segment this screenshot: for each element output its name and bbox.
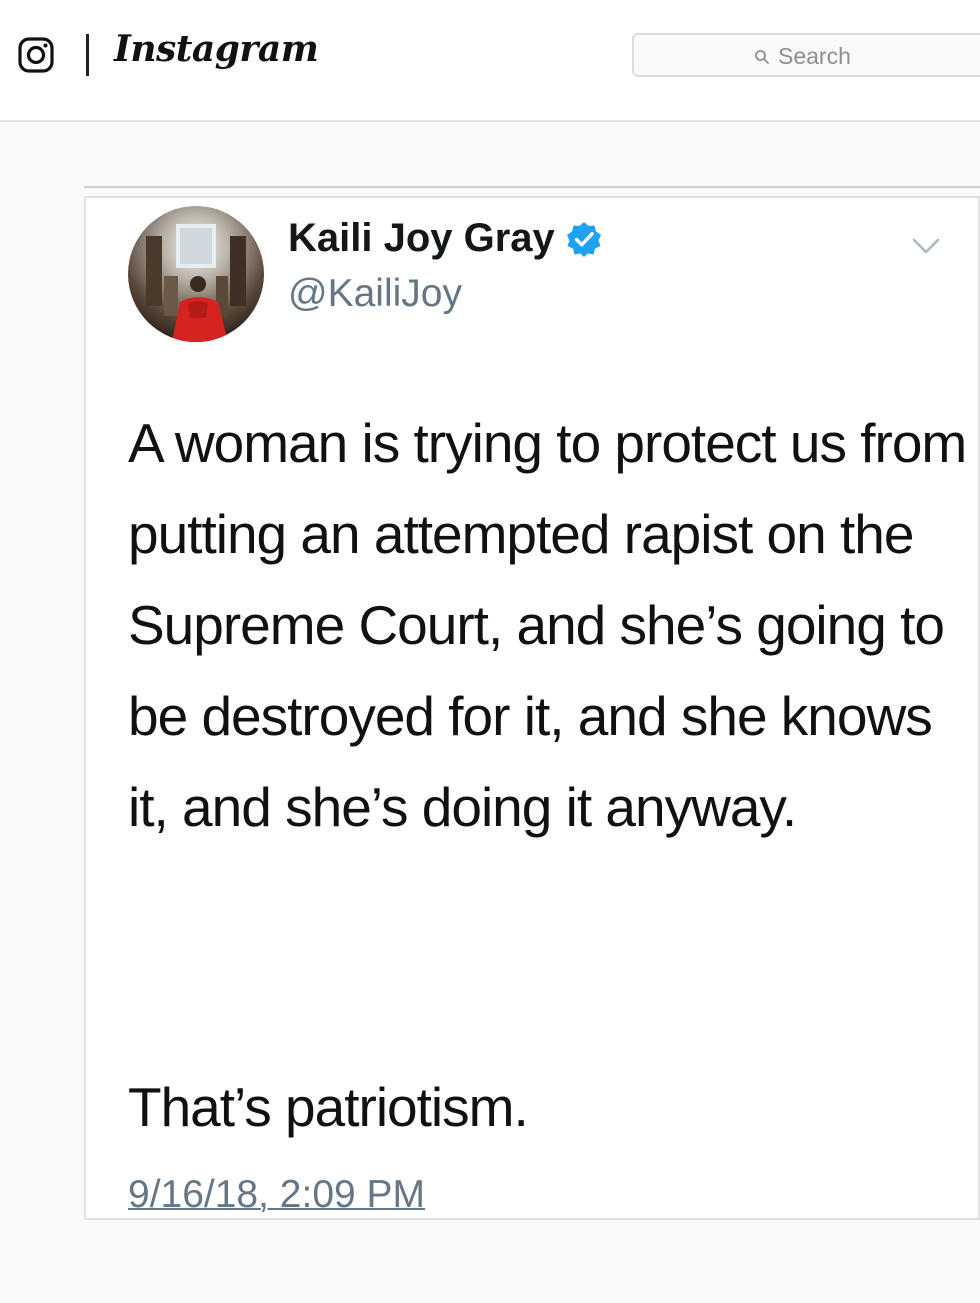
instagram-logo-icon[interactable] [18,37,54,73]
verified-badge-icon [566,221,601,257]
tweet-card: Kaili Joy Gray @KailiJoy A woman is tryi… [84,196,980,1220]
author-name-row: Kaili Joy Gray [288,216,603,261]
tweet-timestamp[interactable]: 9/16/18, 2:09 PM [128,1173,425,1217]
chevron-down-icon[interactable] [908,228,944,264]
post-frame-edge [84,186,980,188]
search-icon [755,49,769,64]
avatar-image [128,206,264,342]
tweet-body: A woman is trying to protect us from put… [128,412,967,838]
search-input[interactable]: Search [632,33,980,77]
instagram-wordmark[interactable]: Instagram [114,28,319,70]
avatar[interactable] [128,206,264,342]
tweet-closing: That’s patriotism. [128,1076,529,1138]
author-name[interactable]: Kaili Joy Gray [288,216,555,261]
search-placeholder: Search [778,43,851,69]
instagram-header: Instagram Search [0,0,980,122]
header-divider [86,34,89,76]
author-handle[interactable]: @KailiJoy [288,272,462,316]
search-placeholder-group: Search [754,43,851,70]
